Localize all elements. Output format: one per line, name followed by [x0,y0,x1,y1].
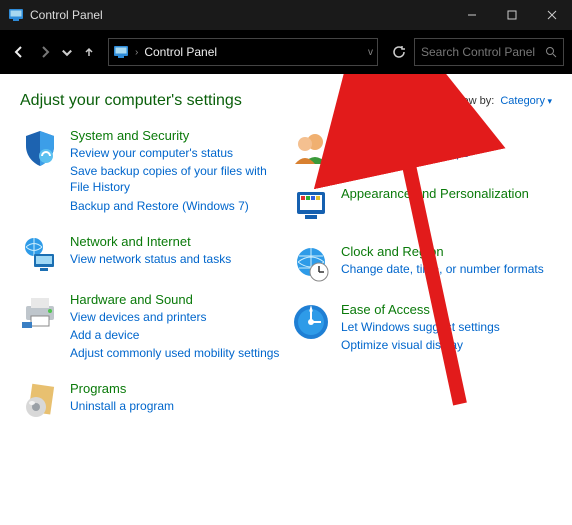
task-link[interactable]: Save backup copies of your files with Fi… [70,163,281,195]
network-icon [20,234,60,274]
forward-button[interactable] [34,38,56,66]
control-panel-icon [113,44,129,60]
task-link[interactable]: Adjust commonly used mobility settings [70,345,281,361]
task-link[interactable]: Let Windows suggest settings [341,319,552,335]
user-accounts-icon [291,128,331,168]
category-hardware-sound: Hardware and Sound View devices and prin… [20,292,281,364]
task-link[interactable]: View devices and printers [70,309,281,325]
back-button[interactable] [8,38,30,66]
task-link[interactable]: Backup and Restore (Windows 7) [70,198,281,214]
task-link[interactable]: Optimize visual display [341,337,552,353]
maximize-button[interactable] [492,0,532,30]
category-programs: Programs Uninstall a program [20,381,281,421]
category-clock-region: Clock and Region Change date, time, or n… [291,244,552,284]
task-link-change-account-type[interactable]: Change account type [341,145,552,161]
category-link-clock-region[interactable]: Clock and Region [341,244,552,259]
task-link[interactable]: Review your computer's status [70,145,281,161]
shield-icon [20,128,60,168]
content-area: Adjust your computer's settings View by:… [0,74,572,525]
search-placeholder: Search Control Panel [421,45,545,59]
address-bar[interactable]: › Control Panel v [108,38,378,66]
refresh-button[interactable] [388,45,410,59]
category-system-security: System and Security Review your computer… [20,128,281,216]
category-network-internet: Network and Internet View network status… [20,234,281,274]
chevron-down-icon[interactable]: v [368,47,373,58]
nav-bar: › Control Panel v Search Control Panel [0,30,572,74]
category-link-programs[interactable]: Programs [70,381,281,396]
category-link-ease-of-access[interactable]: Ease of Access [341,302,552,317]
category-link-user-accounts[interactable]: User Accounts [341,128,552,143]
printer-icon [20,292,60,332]
view-by-dropdown[interactable]: Category [500,95,552,107]
up-button[interactable] [78,38,100,66]
category-user-accounts: User Accounts Change account type [291,128,552,168]
task-link[interactable]: Add a device [70,327,281,343]
ease-of-access-icon [291,302,331,342]
programs-icon [20,381,60,421]
title-bar: Control Panel [0,0,572,30]
window-title: Control Panel [30,8,452,22]
task-link[interactable]: Change date, time, or number formats [341,261,552,277]
recent-locations-button[interactable] [60,38,74,66]
uac-shield-icon [341,148,353,160]
task-link[interactable]: View network status and tasks [70,251,281,267]
category-ease-of-access: Ease of Access Let Windows suggest setti… [291,302,552,355]
search-icon [545,46,557,58]
page-heading: Adjust your computer's settings [20,92,453,110]
task-link-label: Change account type [356,146,469,160]
appearance-icon [291,186,331,226]
close-button[interactable] [532,0,572,30]
task-link[interactable]: Uninstall a program [70,398,281,414]
categories-right-column: User Accounts Change account type [291,128,552,421]
categories-left-column: System and Security Review your computer… [20,128,281,421]
minimize-button[interactable] [452,0,492,30]
category-link-network-internet[interactable]: Network and Internet [70,234,281,249]
view-by-label: View by: [453,95,494,107]
category-link-hardware-sound[interactable]: Hardware and Sound [70,292,281,307]
breadcrumb[interactable]: Control Panel [144,45,362,59]
category-link-system-security[interactable]: System and Security [70,128,281,143]
chevron-right-icon: › [135,47,138,58]
category-appearance-personalization: Appearance and Personalization [291,186,552,226]
clock-globe-icon [291,244,331,284]
control-panel-icon [8,7,24,23]
search-input[interactable]: Search Control Panel [414,38,564,66]
category-link-appearance[interactable]: Appearance and Personalization [341,186,552,201]
